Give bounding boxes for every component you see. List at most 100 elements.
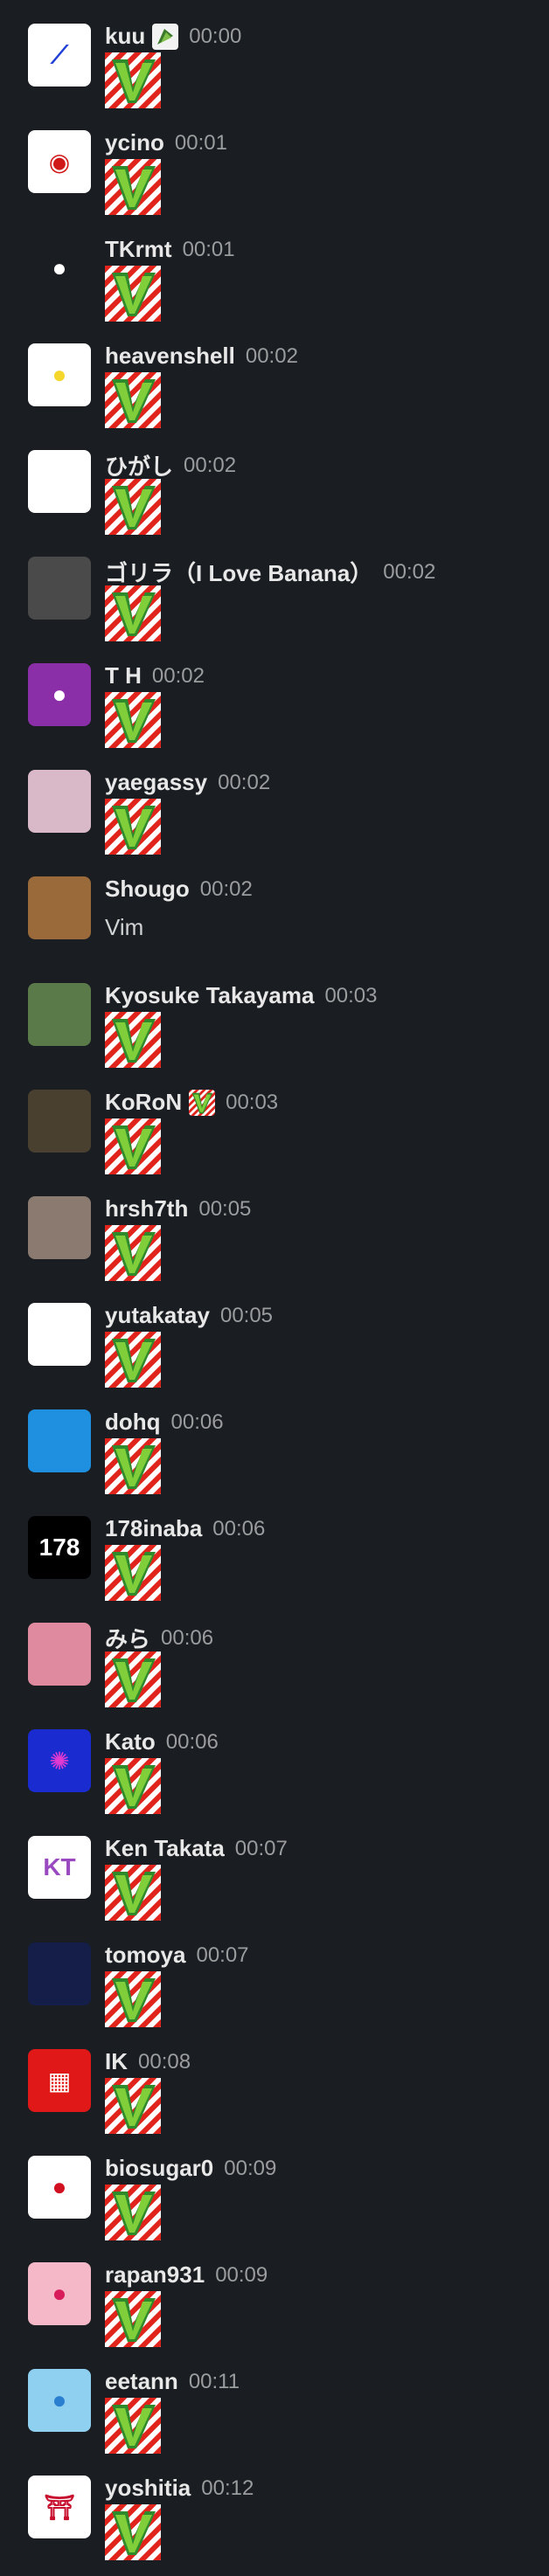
default-person-icon[interactable]: ● [28,663,91,726]
sender-name[interactable]: Shougo [105,876,190,903]
vim-emoji-icon[interactable] [105,1438,161,1494]
timestamp[interactable]: 00:05 [220,1304,273,1328]
vim-emoji-icon[interactable] [105,1758,161,1814]
sender-name[interactable]: yoshitia [105,2475,191,2502]
timestamp[interactable]: 00:03 [226,1091,278,1115]
space-invader-icon[interactable]: ▦ [28,2049,91,2112]
timestamp[interactable]: 00:09 [224,2157,276,2181]
message-item: KT Ken Takata 00:07 [0,1812,549,1921]
timestamp[interactable]: 00:08 [138,2050,191,2074]
sender-name[interactable]: TKrmt [105,236,172,263]
anime-girl-icon[interactable] [28,1623,91,1686]
cartoon-laptop-person-icon[interactable] [28,770,91,833]
abstract-blue-logo-icon[interactable]: ⟋ [28,24,91,87]
timestamp[interactable]: 00:05 [198,1197,251,1222]
sender-name[interactable]: ycino [105,129,164,156]
vim-emoji-icon[interactable] [105,1332,161,1388]
hot-air-balloon-icon[interactable]: ● [28,2369,91,2432]
sender-name[interactable]: dohq [105,1409,161,1436]
sender-name[interactable]: Ken Takata [105,1835,225,1862]
vim-emoji-icon[interactable] [105,1012,161,1068]
timestamp[interactable]: 00:11 [189,2370,240,2394]
vim-emoji-icon[interactable] [105,479,161,535]
vim-emoji-icon[interactable] [105,1225,161,1281]
vim-emoji-icon[interactable] [105,585,161,641]
message-item: ● rapan931 00:09 [0,2239,549,2347]
sender-name[interactable]: Kato [105,1728,156,1755]
vim-emoji-icon[interactable] [105,1118,161,1174]
sender-name[interactable]: tomoya [105,1942,185,1969]
timestamp[interactable]: 00:02 [200,877,253,902]
timestamp[interactable]: 00:02 [383,560,435,585]
timestamp[interactable]: 00:09 [215,2263,268,2288]
sender-name[interactable]: rapan931 [105,2261,205,2289]
default-person-icon[interactable]: ● [28,2262,91,2325]
vim-emoji-icon[interactable] [105,52,161,108]
sender-name[interactable]: IK [105,2048,128,2075]
sender-name[interactable]: eetann [105,2368,178,2395]
anime-face-icon[interactable] [28,450,91,513]
timestamp[interactable]: 00:02 [184,454,236,478]
timestamp[interactable]: 00:06 [166,1730,219,1755]
gorilla-santa-hat-icon[interactable] [28,557,91,620]
film-reel-icon[interactable]: ◉ [28,130,91,193]
vim-emoji-icon[interactable] [105,1865,161,1921]
vim-emoji-icon[interactable] [105,2398,161,2454]
vim-emoji-icon[interactable] [105,266,161,322]
timestamp[interactable]: 00:12 [201,2476,254,2501]
sender-name[interactable]: yutakatay [105,1302,210,1329]
message-header: ycino 00:01 [105,129,227,156]
message-header: biosugar0 00:09 [105,2155,276,2182]
timestamp[interactable]: 00:01 [183,238,235,262]
message-header: rapan931 00:09 [105,2261,268,2289]
timestamp[interactable]: 00:01 [175,131,227,156]
timestamp[interactable]: 00:07 [235,1837,288,1861]
timestamp[interactable]: 00:02 [152,664,205,689]
sketch-photo-icon[interactable] [28,1196,91,1259]
vim-emoji-icon[interactable] [105,1545,161,1601]
cat-photo-icon[interactable] [28,1090,91,1153]
vim-emoji-icon[interactable] [105,692,161,748]
timestamp[interactable]: 00:06 [161,1626,213,1651]
yellow-chick-icon[interactable]: ● [28,343,91,406]
vim-emoji-icon[interactable] [105,2078,161,2134]
red-apple-icon[interactable]: ● [28,2156,91,2219]
sender-name[interactable]: Kyosuke Takayama [105,982,314,1009]
jellyfish-icon[interactable]: ✺ [28,1729,91,1792]
vim-emoji-icon[interactable] [105,1652,161,1707]
sender-name[interactable]: 178inaba [105,1515,202,1542]
line-drawing-face-icon[interactable] [28,1303,91,1366]
sender-name[interactable]: ひがし [105,449,173,481]
timestamp[interactable]: 00:07 [196,1943,248,1968]
vim-emoji-icon[interactable] [105,799,161,855]
timestamp[interactable]: 00:06 [171,1410,224,1435]
vim-emoji-icon[interactable] [105,372,161,428]
text-logo-icon[interactable]: 178 [28,1516,91,1579]
vim-emoji-icon[interactable] [105,1971,161,2027]
crest-icon[interactable] [28,1942,91,2005]
vim-emoji-icon[interactable] [105,159,161,215]
sender-name[interactable]: みら [105,1622,150,1654]
pixel-character-icon[interactable] [28,1409,91,1472]
sender-name[interactable]: T H [105,662,142,689]
timestamp[interactable]: 00:02 [218,771,270,795]
kt-monogram-icon[interactable]: KT [28,1836,91,1899]
timestamp[interactable]: 00:06 [212,1517,265,1541]
sender-name[interactable]: kuu [105,23,145,50]
sender-name[interactable]: hrsh7th [105,1195,188,1222]
sender-name[interactable]: heavenshell [105,343,235,370]
vim-emoji-icon[interactable] [105,2504,161,2560]
vim-emoji-icon[interactable] [105,2185,161,2240]
sender-name[interactable]: ゴリラ（I Love Banana） [105,556,372,588]
vim-emoji-icon[interactable] [105,2291,161,2347]
outdoor-photo-icon[interactable] [28,983,91,1046]
person-silhouette-icon[interactable]: ● [28,237,91,300]
timestamp[interactable]: 00:00 [189,24,241,49]
timestamp[interactable]: 00:02 [246,344,298,369]
torii-gate-icon[interactable]: ⛩ [28,2476,91,2538]
claw-art-icon[interactable] [28,876,91,939]
sender-name[interactable]: KoRoN [105,1089,182,1116]
sender-name[interactable]: biosugar0 [105,2155,213,2182]
timestamp[interactable]: 00:03 [324,984,377,1008]
sender-name[interactable]: yaegassy [105,769,207,796]
